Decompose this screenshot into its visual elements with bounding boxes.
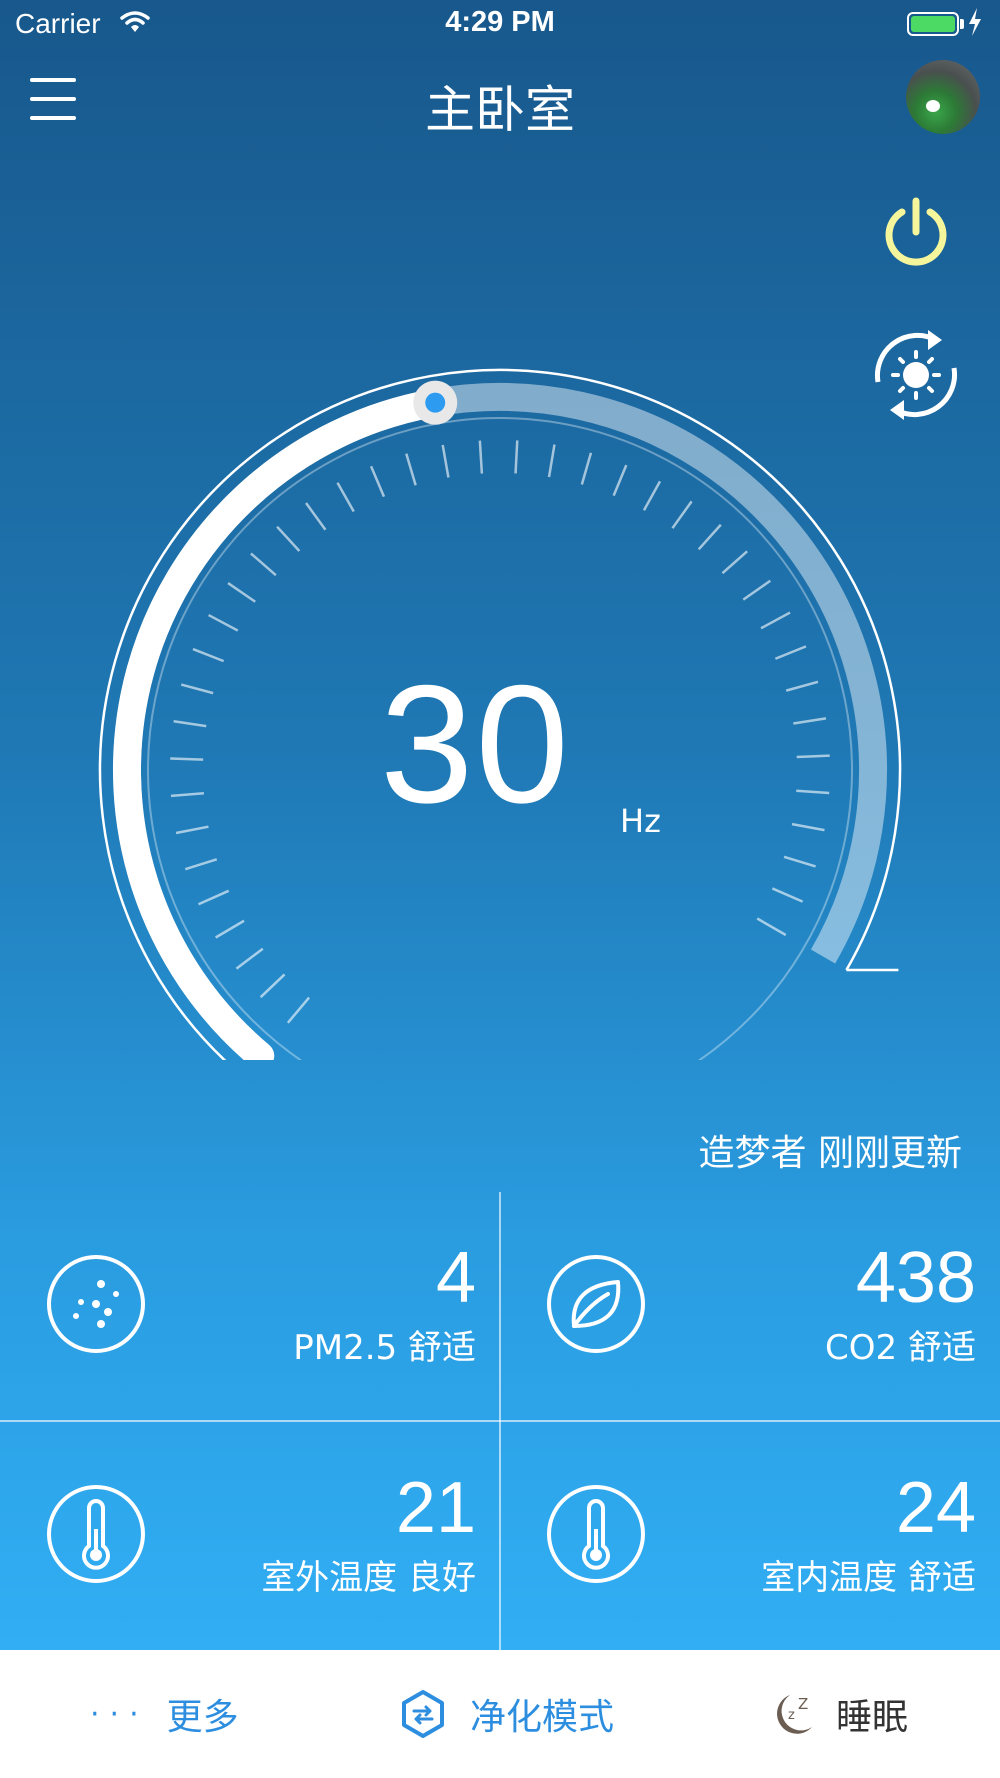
- sleep-label: 睡眠: [836, 1697, 909, 1738]
- gauge-tick: [208, 613, 239, 632]
- gauge-tick: [170, 757, 204, 761]
- sensor-outdoor-temp[interactable]: 21 室外温度 良好: [0, 1422, 500, 1650]
- pm25-value: 4: [435, 1238, 476, 1318]
- status-bar: Carrier 4:29 PM: [0, 0, 1000, 50]
- pm25-label: PM2.5 舒适: [293, 1328, 476, 1368]
- outdoor-temp-value: 21: [395, 1468, 476, 1548]
- sensor-co2[interactable]: 438 CO2 舒适: [500, 1192, 1000, 1420]
- gauge-tick: [796, 789, 830, 795]
- gauge-tick: [184, 858, 218, 871]
- co2-value: 438: [855, 1238, 976, 1318]
- particles-icon: [47, 1255, 145, 1353]
- indoor-temp-label: 室内温度 舒适: [761, 1558, 976, 1598]
- gauge-tick: [671, 500, 693, 529]
- gauge-tick: [742, 579, 772, 601]
- gauge-tick: [514, 440, 519, 474]
- gauge-tick: [276, 525, 301, 552]
- battery-icon: [907, 12, 959, 36]
- gauge-tick: [793, 717, 827, 725]
- gauge-tick: [791, 822, 825, 832]
- bottom-bar: ··· 更多 净化模式 z Z 睡眠: [0, 1650, 1000, 1778]
- gauge-tick: [760, 611, 791, 630]
- more-label: 更多: [166, 1697, 239, 1738]
- update-status: 造梦者 刚刚更新: [698, 1133, 962, 1174]
- gauge-tick: [785, 680, 819, 692]
- sensor-grid: 4 PM2.5 舒适 438 CO2 舒适 21 室外温度 良好 24 室内温度…: [0, 1192, 1000, 1650]
- sensor-pm25[interactable]: 4 PM2.5 舒适: [0, 1192, 500, 1420]
- gauge-tick: [796, 754, 830, 759]
- avatar[interactable]: [906, 60, 980, 134]
- thermometer-icon: [547, 1485, 645, 1583]
- sensor-indoor-temp[interactable]: 24 室内温度 舒适: [500, 1422, 1000, 1650]
- gauge-tick: [173, 719, 207, 728]
- gauge-tick: [235, 947, 264, 970]
- gauge-tick: [305, 502, 327, 531]
- gauge-tick: [774, 645, 807, 660]
- gauge-tick: [259, 973, 286, 999]
- gauge-tick: [478, 440, 484, 474]
- battery-fill: [911, 16, 955, 32]
- gauge-tick: [227, 582, 256, 603]
- more-dots-icon: ···: [90, 1696, 149, 1732]
- gauge-tick: [336, 482, 355, 513]
- gauge-tick: [250, 552, 277, 577]
- gauge-tick: [697, 523, 722, 551]
- page-title: 主卧室: [425, 81, 575, 139]
- frequency-value: 30: [380, 650, 571, 838]
- outdoor-temp-label: 室外温度 良好: [261, 1558, 476, 1598]
- gauge-tick: [215, 919, 245, 939]
- gauge-tick: [580, 452, 593, 485]
- purify-mode-label: 净化模式: [470, 1697, 615, 1738]
- thermometer-icon: [47, 1485, 145, 1583]
- status-time: 4:29 PM: [445, 6, 555, 38]
- gauge-tick: [175, 825, 209, 835]
- sleep-button[interactable]: z Z 睡眠: [770, 1650, 908, 1778]
- more-button[interactable]: ··· 更多: [90, 1650, 239, 1778]
- indoor-temp-value: 24: [895, 1468, 976, 1548]
- gauge-tick: [547, 444, 556, 478]
- gauge-tick: [192, 647, 225, 663]
- gauge-tick: [783, 855, 816, 868]
- gauge-tick: [180, 683, 214, 695]
- gauge-tick: [441, 444, 450, 478]
- power-button[interactable]: [878, 196, 954, 272]
- frequency-reading: 30 Hz: [380, 660, 661, 840]
- gauge-tick: [286, 996, 311, 1024]
- charging-bolt-icon: [969, 8, 981, 36]
- gauge-tick: [405, 453, 417, 486]
- gauge-tick: [771, 887, 804, 903]
- svg-text:Z: Z: [798, 1695, 808, 1713]
- leaf-icon: [547, 1255, 645, 1353]
- svg-text:z: z: [788, 1708, 795, 1723]
- app-screen: Carrier 4:29 PM 主卧室 30 Hz 造梦者 刚刚更新 4 PM2…: [0, 0, 1000, 1650]
- purify-mode-button[interactable]: 净化模式: [400, 1650, 614, 1778]
- gauge-tick: [369, 465, 386, 498]
- gauge-tick: [642, 480, 662, 511]
- gauge-tick: [756, 917, 787, 937]
- gauge-knob-center: [425, 392, 446, 413]
- frequency-unit: Hz: [620, 802, 661, 840]
- gauge-tick: [170, 792, 205, 798]
- purify-mode-icon: [402, 1690, 444, 1738]
- gauge-tick: [721, 550, 748, 575]
- battery-tip: [960, 19, 964, 29]
- avatar-detail: [926, 100, 940, 112]
- co2-label: CO2 舒适: [825, 1328, 976, 1368]
- sleep-moon-icon: z Z: [777, 1695, 812, 1734]
- gauge-tick: [612, 464, 628, 497]
- gauge-tick: [198, 889, 230, 906]
